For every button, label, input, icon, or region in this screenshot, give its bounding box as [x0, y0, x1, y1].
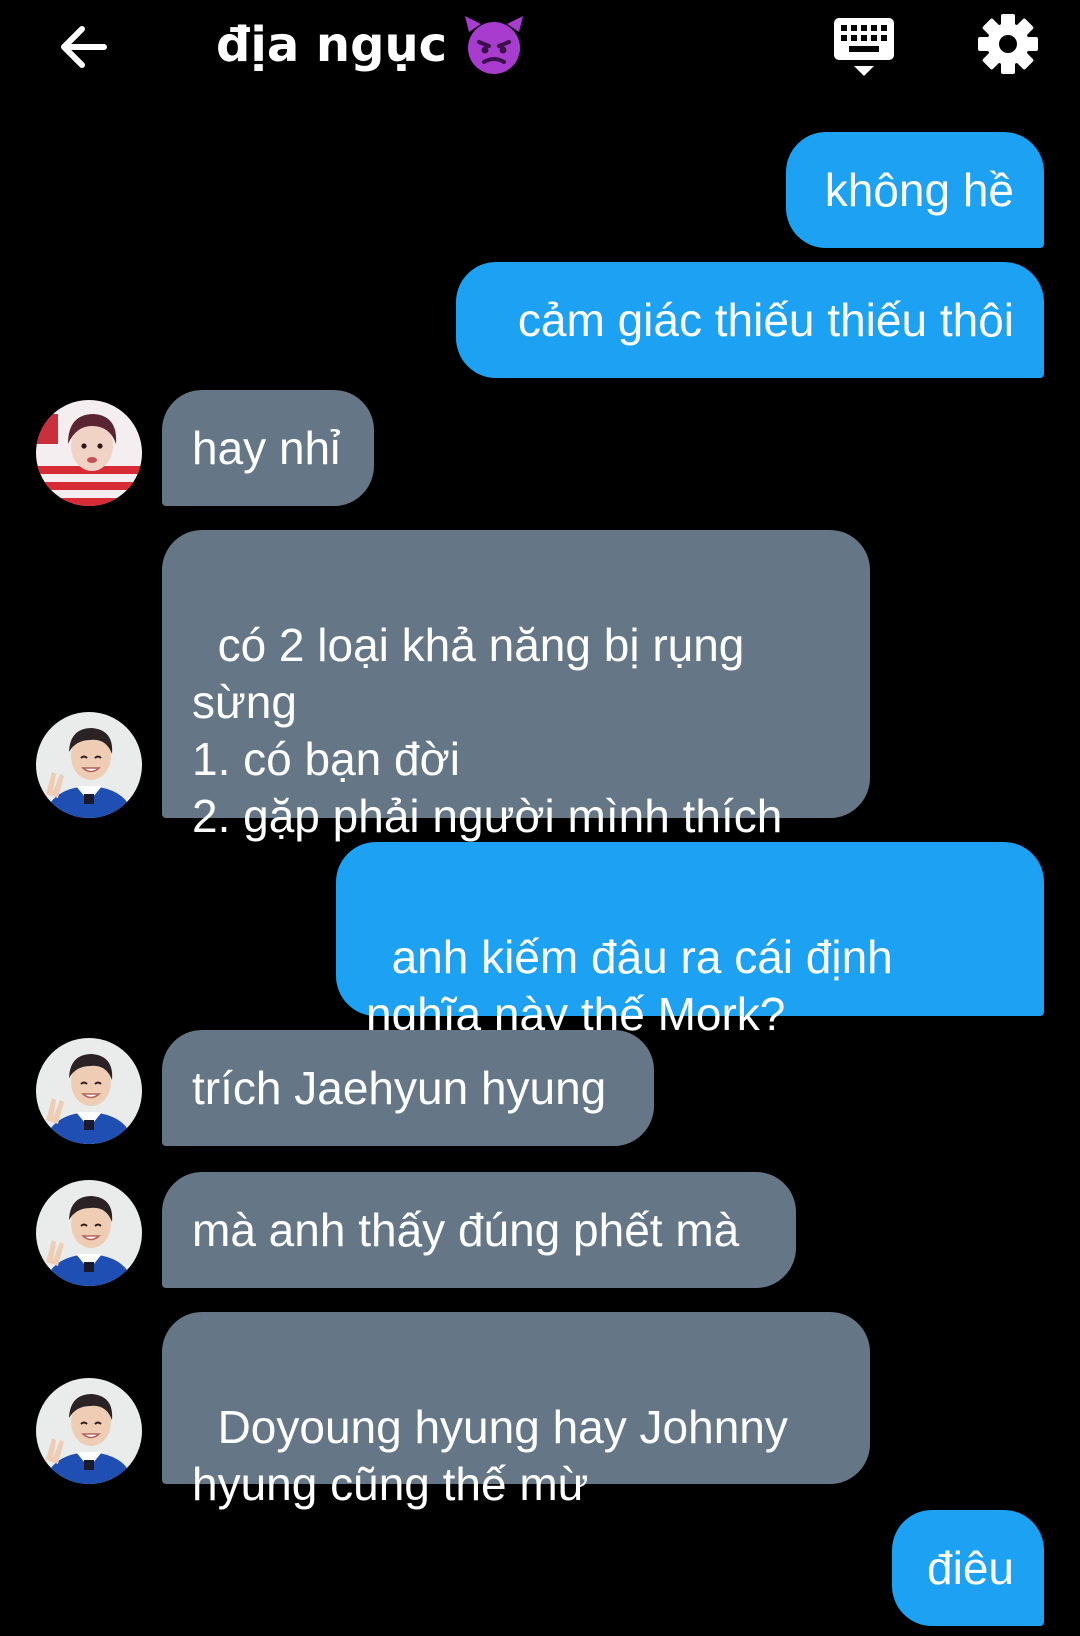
- message-text: Doyoung hyung hay Johnny hyung cũng thế …: [192, 1401, 788, 1510]
- chat-header: địa ngục: [0, 0, 1080, 100]
- avatar[interactable]: [36, 1038, 142, 1144]
- message-text: hay nhỉ: [192, 421, 341, 474]
- conversation-title-text: địa ngục: [216, 17, 448, 73]
- avatar[interactable]: [36, 712, 142, 818]
- incoming-message[interactable]: trích Jaehyun hyung: [162, 1030, 654, 1146]
- message-text: trích Jaehyun hyung: [192, 1061, 607, 1114]
- outgoing-message[interactable]: anh kiếm đâu ra cái định nghĩa này thế M…: [336, 842, 1044, 1040]
- message-text: không hề: [824, 163, 1014, 216]
- gear-icon: [978, 14, 1038, 74]
- incoming-message[interactable]: mà anh thấy đúng phết mà: [162, 1172, 796, 1288]
- incoming-message[interactable]: Doyoung hyung hay Johnny hyung cũng thế …: [162, 1312, 870, 1510]
- message-text: cảm giác thiếu thiếu thôi: [517, 293, 1014, 346]
- message-text: mà anh thấy đúng phết mà: [192, 1203, 740, 1256]
- keyboard-icon: [834, 18, 894, 76]
- outgoing-message[interactable]: không hề: [786, 132, 1044, 248]
- back-button[interactable]: [52, 14, 116, 78]
- avatar[interactable]: [36, 1180, 142, 1286]
- avatar[interactable]: [36, 1378, 142, 1484]
- message-text: điêu: [927, 1541, 1014, 1594]
- angry-devil-emoji-icon: [463, 14, 525, 76]
- incoming-message[interactable]: hay nhỉ: [162, 390, 374, 506]
- avatar[interactable]: [36, 400, 142, 506]
- outgoing-message[interactable]: cảm giác thiếu thiếu thôi: [456, 262, 1044, 378]
- arrow-left-icon: [61, 26, 107, 68]
- message-text: có 2 loại khả năng bị rụng sừng 1. có bạ…: [192, 619, 783, 842]
- conversation-title[interactable]: địa ngục: [216, 10, 525, 80]
- settings-button[interactable]: [976, 12, 1040, 76]
- keyboard-button[interactable]: [832, 16, 896, 78]
- incoming-message[interactable]: có 2 loại khả năng bị rụng sừng 1. có bạ…: [162, 530, 870, 842]
- message-text: anh kiếm đâu ra cái định nghĩa này thế M…: [366, 931, 893, 1040]
- outgoing-message[interactable]: điêu: [892, 1510, 1044, 1626]
